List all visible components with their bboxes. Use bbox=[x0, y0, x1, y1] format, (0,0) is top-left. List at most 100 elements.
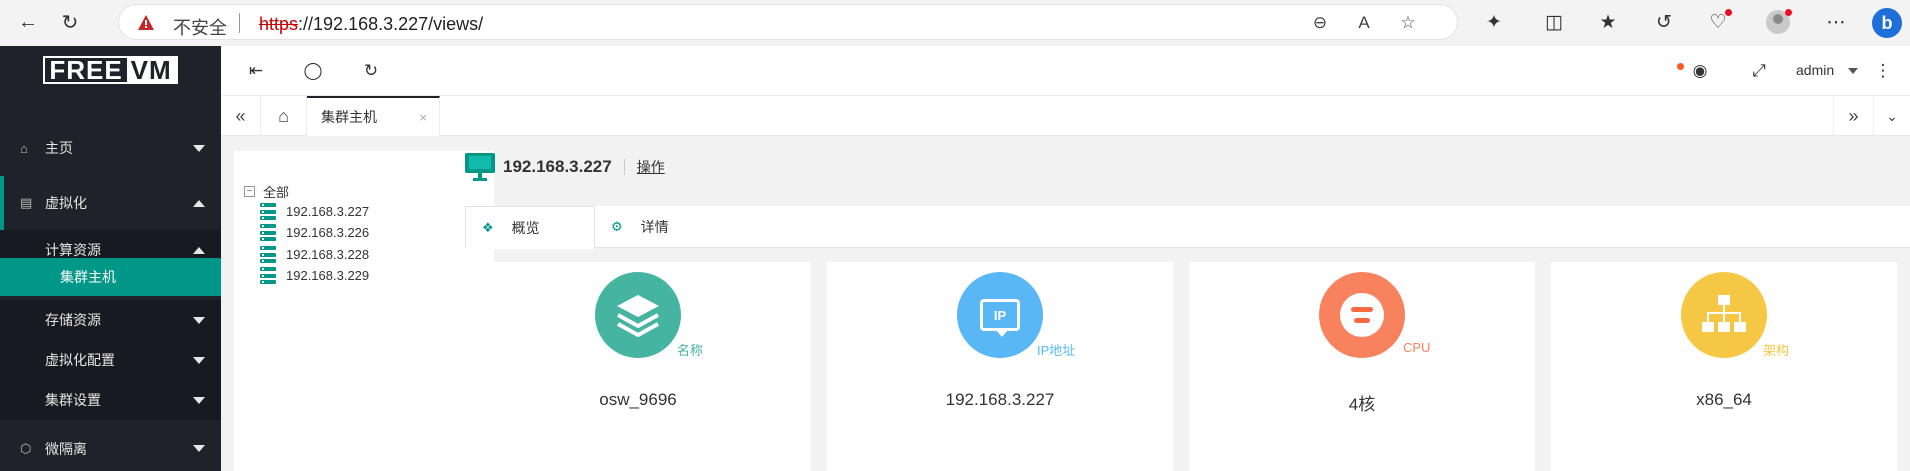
layers-icon bbox=[595, 272, 681, 358]
tab-label: 详情 bbox=[640, 219, 669, 235]
home-icon: ⌂ bbox=[20, 140, 28, 156]
close-icon[interactable]: × bbox=[419, 110, 427, 125]
address-bar[interactable]: 不安全 https://192.168.3.227/views/ ⊖ A ☆ bbox=[118, 4, 1458, 40]
more-icon[interactable]: ⋯ bbox=[1822, 8, 1850, 36]
settings-icon: ⚙ bbox=[611, 219, 623, 234]
host-title: 192.168.3.227 bbox=[503, 157, 612, 176]
host-header: 192.168.3.227 操作 bbox=[465, 151, 665, 183]
tree-item-label: 192.168.3.227 bbox=[286, 204, 370, 219]
server-icon bbox=[260, 224, 276, 241]
tab-overview[interactable]: ❖ 概览 bbox=[465, 206, 595, 249]
refresh-page-icon[interactable]: ↻ bbox=[359, 59, 383, 83]
browser-toolbar: ← ↻ 不安全 https://192.168.3.227/views/ ⊖ A… bbox=[0, 0, 1910, 44]
tab-cluster-host[interactable]: 集群主机 × bbox=[307, 96, 440, 136]
operation-link[interactable]: 操作 bbox=[637, 157, 665, 177]
cpu-icon bbox=[1319, 272, 1405, 358]
user-menu[interactable]: admin bbox=[1796, 62, 1834, 78]
collapse-menu-icon[interactable]: ⇤ bbox=[244, 59, 268, 83]
chevron-up-icon bbox=[193, 246, 205, 254]
favorites-icon[interactable]: ★ bbox=[1594, 8, 1622, 36]
sidebar-item-home[interactable]: ⌂ 主页 bbox=[0, 124, 221, 172]
zoom-out-icon[interactable]: ⊖ bbox=[1309, 12, 1331, 34]
logo-text-vm: VM bbox=[126, 55, 176, 85]
tab-details[interactable]: ⚙ 详情 bbox=[595, 206, 715, 248]
sidebar-item-virtualization[interactable]: ▤ 虚拟化 bbox=[0, 176, 221, 230]
sidebar-item-virt-config[interactable]: 虚拟化配置 bbox=[0, 340, 221, 380]
extensions-icon[interactable]: ✦ bbox=[1480, 8, 1508, 36]
grid-icon: ❖ bbox=[482, 219, 494, 235]
chevron-down-icon bbox=[193, 144, 205, 152]
favorite-star-icon[interactable]: ☆ bbox=[1397, 12, 1419, 34]
url-path: ://192.168.3.227/views/ bbox=[298, 14, 484, 34]
sidebar-item-cluster-settings[interactable]: 集群设置 bbox=[0, 380, 221, 420]
sidebar-item-storage[interactable]: 存储资源 bbox=[0, 300, 221, 340]
server-icon bbox=[260, 267, 276, 284]
fullscreen-icon[interactable]: ⤢ bbox=[1747, 59, 1771, 83]
tree-item-host[interactable]: 192.168.3.228 bbox=[260, 246, 369, 263]
card-value: x86_64 bbox=[1696, 390, 1752, 409]
chevron-down-icon bbox=[193, 356, 205, 364]
logo-text-free: FREE bbox=[49, 54, 123, 85]
tree-root[interactable]: − 全部 bbox=[244, 182, 289, 201]
copilot-icon[interactable]: b bbox=[1872, 8, 1902, 38]
tab-menu-chevron-icon[interactable]: ⌄ bbox=[1873, 96, 1910, 136]
card-value: 4核 bbox=[1348, 395, 1376, 414]
scroll-left-icon[interactable]: « bbox=[221, 96, 261, 136]
card-label: 架构 bbox=[1763, 343, 1790, 358]
chevron-down-icon bbox=[193, 316, 205, 324]
scroll-right-icon[interactable]: » bbox=[1833, 96, 1873, 136]
hierarchy-icon bbox=[1681, 272, 1767, 358]
sidebar-item-cluster-host[interactable]: 集群主机 bbox=[0, 258, 221, 296]
overview-cards: 名称 osw_9696 IP IP地址 192.168.3.227 CPU 4核 bbox=[465, 262, 1910, 471]
url-text[interactable]: https://192.168.3.227/views/ bbox=[259, 14, 483, 35]
card-name: 名称 osw_9696 bbox=[465, 262, 811, 471]
history-icon[interactable]: ↺ bbox=[1650, 8, 1678, 36]
card-value: osw_9696 bbox=[599, 390, 677, 409]
app-header: ⇤ ◯ ↻ ◉ ⤢ admin ⋮ bbox=[221, 46, 1910, 96]
security-label: 不安全 bbox=[173, 18, 227, 38]
sidebar-item-label: 虚拟化配置 bbox=[45, 352, 115, 368]
profile-dot bbox=[1785, 9, 1792, 16]
sidebar-item-label: 集群设置 bbox=[45, 392, 101, 408]
chevron-down-icon bbox=[193, 445, 205, 452]
theme-dot bbox=[1677, 63, 1684, 70]
host-tabs: ❖ 概览 ⚙ 详情 bbox=[465, 206, 1910, 249]
tree-item-label: 192.168.3.229 bbox=[286, 268, 370, 283]
tree-item-label: 192.168.3.226 bbox=[286, 225, 370, 240]
sidebar-item-label: 虚拟化 bbox=[45, 195, 87, 211]
ip-icon: IP bbox=[957, 272, 1043, 358]
tree-item-host[interactable]: 192.168.3.229 bbox=[260, 267, 369, 284]
collapse-icon[interactable]: − bbox=[244, 186, 255, 197]
globe-icon[interactable]: ◯ bbox=[301, 59, 325, 83]
host-detail-panel: 192.168.3.227 操作 ❖ 概览 ⚙ 详情 名称 osw_9696 I… bbox=[465, 151, 1910, 471]
main-content: − 全部 192.168.3.227 192.168.3.226 192.168… bbox=[221, 136, 1910, 471]
card-label: 名称 bbox=[677, 343, 704, 358]
chevron-down-icon bbox=[193, 396, 205, 404]
tree-item-host[interactable]: 192.168.3.226 bbox=[260, 224, 369, 241]
sidebar-item-label: 微隔离 bbox=[45, 440, 87, 457]
server-icon bbox=[260, 203, 276, 220]
sidebar-item-label: 计算资源 bbox=[45, 242, 101, 258]
theme-palette-icon[interactable]: ◉ bbox=[1688, 59, 1712, 83]
tree-item-host[interactable]: 192.168.3.227 bbox=[260, 203, 369, 220]
logo: FREE VM bbox=[0, 46, 221, 94]
card-label: CPU bbox=[1403, 340, 1431, 355]
card-label: IP地址 bbox=[1037, 343, 1076, 358]
more-vertical-icon[interactable]: ⋮ bbox=[1871, 59, 1895, 83]
server-icon bbox=[260, 246, 276, 263]
tab-label: 概览 bbox=[511, 219, 540, 236]
back-icon[interactable]: ← bbox=[14, 8, 42, 36]
divider bbox=[239, 13, 240, 33]
cube-icon: ⬡ bbox=[20, 440, 32, 456]
sidebar-item-label: 主页 bbox=[45, 140, 73, 156]
home-tab-icon[interactable]: ⌂ bbox=[261, 96, 307, 136]
split-screen-icon[interactable]: ◫ bbox=[1540, 8, 1568, 36]
sidebar-item-micro-isolation[interactable]: ⬡ 微隔离 bbox=[0, 426, 221, 471]
sidebar-item-label: 集群主机 bbox=[60, 269, 116, 285]
refresh-icon[interactable]: ↻ bbox=[56, 8, 84, 36]
card-ip: IP IP地址 192.168.3.227 bbox=[827, 262, 1173, 471]
tree-root-label: 全部 bbox=[263, 185, 290, 200]
card-cpu: CPU 4核 bbox=[1189, 262, 1535, 471]
tree-item-label: 192.168.3.228 bbox=[286, 247, 370, 262]
read-aloud-icon[interactable]: A bbox=[1353, 12, 1375, 34]
